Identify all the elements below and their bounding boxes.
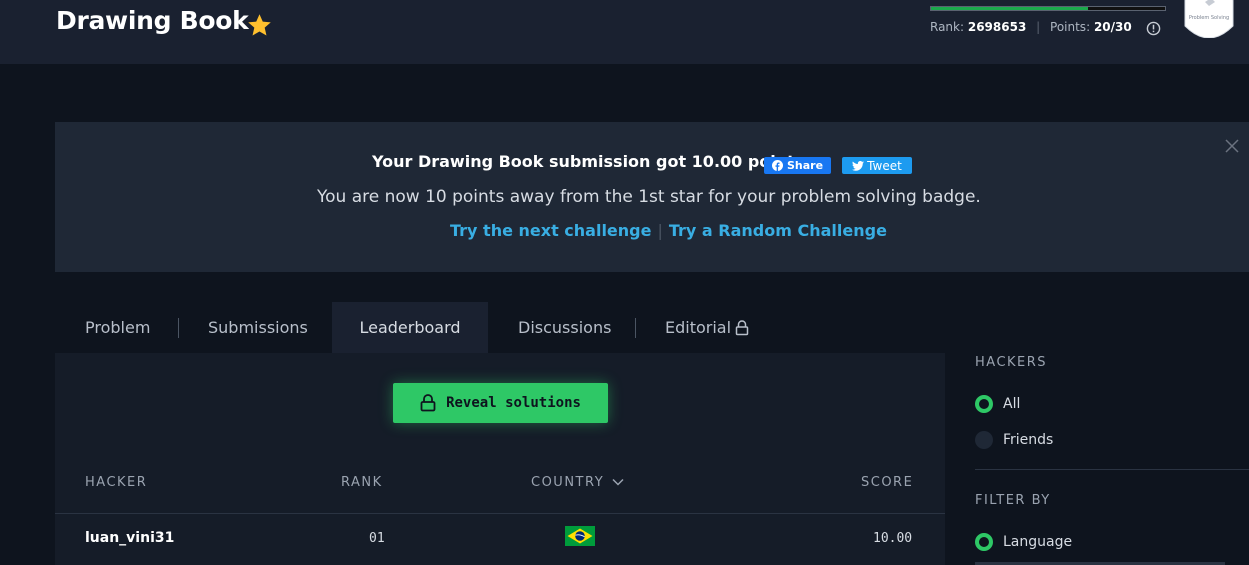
chevron-down-icon (612, 478, 624, 486)
separator: | (1036, 20, 1041, 34)
close-icon[interactable] (1224, 138, 1240, 154)
submission-message: Your Drawing Book submission got 10.00 p… (372, 152, 811, 171)
column-header-hacker[interactable]: HACKER (85, 475, 147, 490)
facebook-share-button[interactable]: Share (764, 157, 831, 174)
badge-progress-message: You are now 10 points away from the 1st … (317, 187, 981, 207)
star-icon (248, 14, 271, 36)
radio-friends-label[interactable]: Friends (1003, 432, 1053, 448)
points-value: 20/30 (1093, 20, 1132, 34)
tab-problem[interactable]: Problem (85, 302, 150, 353)
column-header-rank[interactable]: RANK (341, 475, 383, 490)
problem-solving-badge-icon[interactable]: Problem Solving (1183, 0, 1235, 38)
rank-points-summary: Rank: 2698653 | Points: 20/30 (930, 20, 1132, 34)
hackers-filter-heading: HACKERS (975, 355, 1048, 370)
progress-fill (931, 7, 1088, 10)
radio-language[interactable] (975, 533, 993, 551)
hacker-rank: 01 (369, 531, 385, 546)
tab-leaderboard[interactable]: Leaderboard (332, 302, 488, 353)
facebook-icon (771, 160, 783, 171)
link-separator: | (657, 221, 663, 240)
lock-icon (420, 394, 436, 412)
badge-label: Problem Solving (1189, 15, 1229, 21)
reveal-solutions-label: Reveal solutions (446, 395, 581, 411)
hacker-name[interactable]: luan_vini31 (85, 530, 174, 546)
tweet-button[interactable]: Tweet (842, 157, 912, 174)
lock-icon (735, 319, 749, 335)
tweet-label: Tweet (867, 158, 902, 173)
tab-label: Editorial (665, 318, 732, 337)
filter-by-heading: FILTER BY (975, 493, 1051, 508)
reveal-solutions-button[interactable]: Reveal solutions (393, 383, 608, 423)
tab-discussions[interactable]: Discussions (518, 302, 611, 353)
brazil-flag-icon (565, 526, 595, 546)
radio-language-label[interactable]: Language (1003, 534, 1072, 550)
points-label: Points: (1050, 20, 1091, 34)
column-header-country[interactable]: COUNTRY (531, 475, 624, 490)
radio-all-label[interactable]: All (1003, 396, 1020, 412)
rank-label: Rank: (930, 20, 965, 34)
hacker-score: 10.00 (873, 531, 913, 546)
tab-label: Leaderboard (359, 318, 461, 337)
tab-divider (178, 318, 179, 338)
radio-all[interactable] (975, 395, 993, 413)
tab-label: Submissions (208, 318, 308, 337)
table-divider (55, 513, 945, 514)
next-action-links: Try the next challenge | Try a Random Chal… (450, 221, 887, 240)
tab-submissions[interactable]: Submissions (208, 302, 308, 353)
tab-label: Problem (85, 318, 151, 337)
challenge-tabs: Problem Submissions Leaderboard Discussi… (55, 302, 945, 353)
tab-label: Discussions (518, 318, 612, 337)
points-progress-bar (930, 6, 1166, 11)
tab-editorial[interactable]: Editorial (665, 302, 749, 353)
info-icon[interactable] (1146, 21, 1161, 36)
random-challenge-link[interactable]: Try a Random Challenge (669, 221, 887, 240)
page-title: Drawing Book (56, 6, 249, 35)
rank-value: 2698653 (967, 20, 1027, 34)
radio-friends[interactable] (975, 431, 993, 449)
sidebar-divider (975, 469, 1249, 470)
column-header-score[interactable]: SCORE (861, 475, 913, 490)
twitter-bird-icon (852, 160, 865, 171)
tab-divider (635, 318, 636, 338)
country-header-label: COUNTRY (531, 475, 605, 490)
next-challenge-link[interactable]: Try the next challenge (450, 221, 651, 240)
share-label: Share (786, 159, 824, 172)
